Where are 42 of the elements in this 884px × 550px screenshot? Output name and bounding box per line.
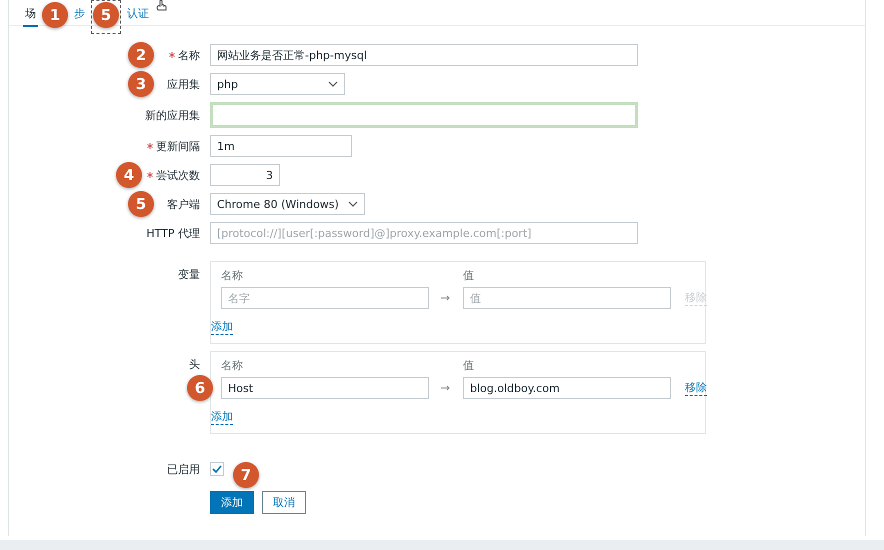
column-header: 名称: [221, 268, 244, 283]
number-badge: 7: [233, 462, 259, 488]
dropdown[interactable]: php: [210, 73, 345, 95]
field-label: 变量: [178, 267, 200, 282]
field-label: 名称: [178, 48, 200, 62]
caret-icon: [348, 201, 358, 207]
tab[interactable]: 步: [72, 6, 87, 27]
number-badge: 5: [128, 191, 154, 217]
input-field[interactable]: 3: [210, 164, 280, 186]
field-label: 头: [189, 357, 200, 372]
field-label: 尝试次数: [156, 168, 200, 182]
tab[interactable]: 认证: [125, 6, 151, 27]
column-header: 值: [463, 268, 475, 283]
arrow-icon: [441, 385, 451, 391]
cancel-button[interactable]: 取消: [262, 491, 306, 514]
arrow-icon: [441, 295, 451, 301]
tab[interactable]: 场: [23, 6, 38, 27]
checkbox[interactable]: [210, 462, 224, 476]
number-badge: 4: [116, 162, 142, 188]
remove-link[interactable]: 移除: [685, 380, 707, 396]
number-badge: 5: [93, 2, 119, 28]
field-label: 新的应用集: [145, 108, 200, 122]
field-label: 应用集: [167, 76, 200, 92]
field-label: 已启用: [167, 462, 200, 476]
number-badge: 3: [128, 71, 154, 97]
field-label: 客户端: [167, 196, 200, 212]
input-field[interactable]: [210, 102, 638, 128]
number-badge: 1: [42, 2, 68, 28]
number-badge: 6: [187, 375, 213, 401]
column-header: 名称: [221, 358, 244, 373]
dropdown[interactable]: Chrome 80 (Windows): [210, 193, 365, 215]
add-link[interactable]: 添加: [211, 409, 233, 425]
column-header: 值: [463, 358, 475, 373]
add-link[interactable]: 添加: [211, 319, 233, 335]
caret-icon: [328, 81, 338, 87]
input-field[interactable]: 网站业务是否正常-php-mysql: [210, 44, 638, 66]
input-field[interactable]: 1m: [210, 135, 352, 157]
input-field[interactable]: blog.oldboy.com: [463, 377, 671, 399]
input-field[interactable]: Host: [221, 377, 429, 399]
field-label: HTTP 代理: [146, 226, 200, 240]
number-badge: 2: [128, 42, 154, 68]
field-label: 更新间隔: [156, 138, 200, 154]
